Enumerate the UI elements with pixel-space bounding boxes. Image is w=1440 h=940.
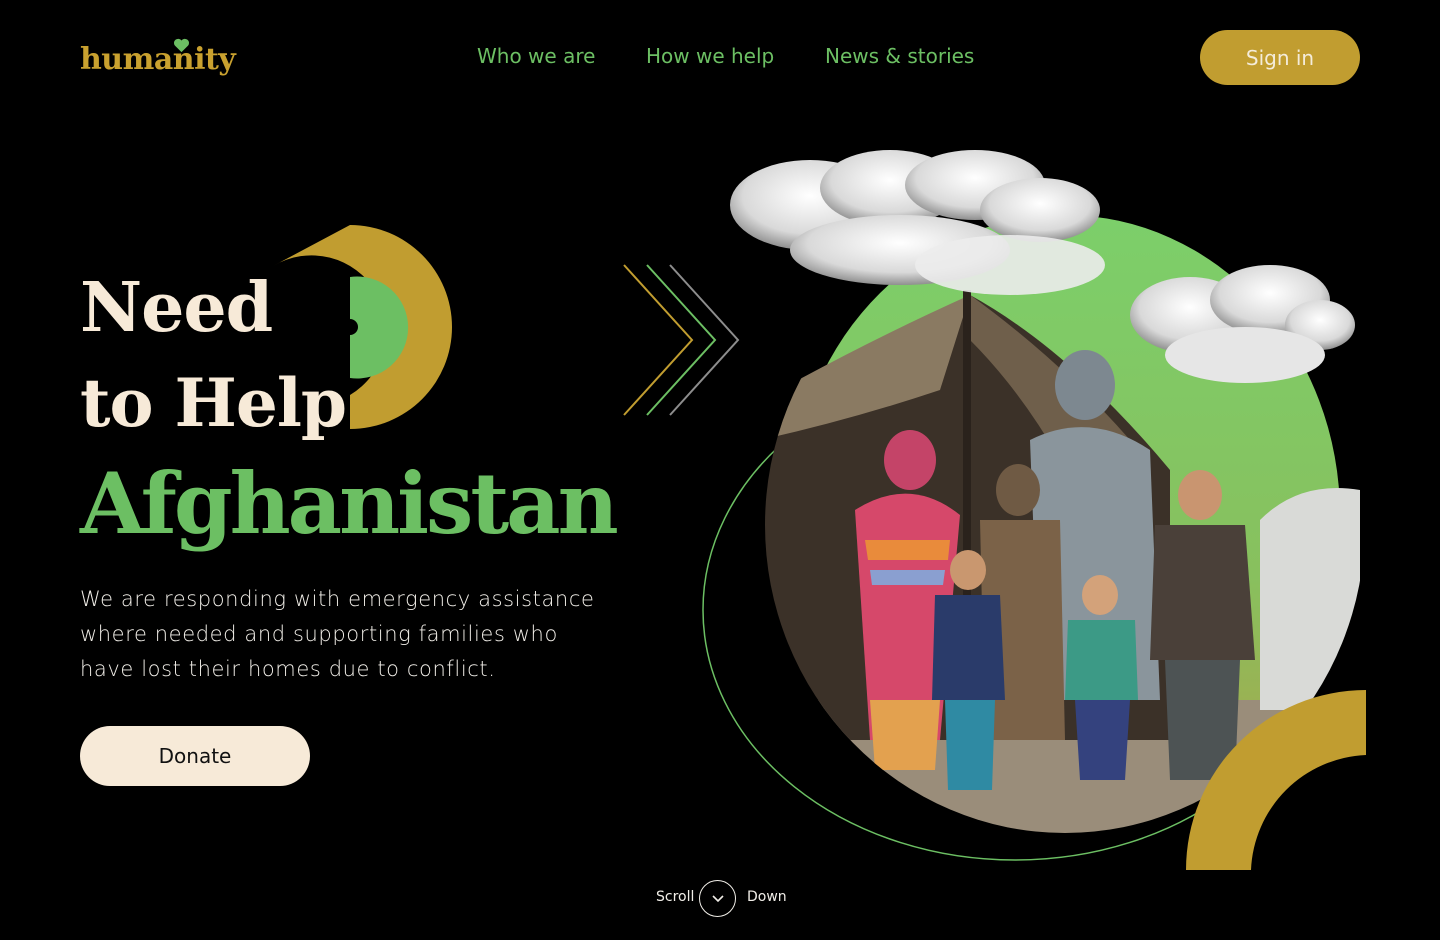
scroll-indicator: Scroll Down bbox=[0, 880, 1440, 918]
down-label: Down bbox=[747, 889, 787, 905]
nav-news-stories[interactable]: News & stories bbox=[825, 44, 974, 68]
hero-image bbox=[702, 150, 1366, 870]
scroll-label: Scroll bbox=[656, 889, 695, 905]
nav-who-we-are[interactable]: Who we are bbox=[477, 44, 595, 68]
hero-description: We are responding with emergency assista… bbox=[80, 587, 595, 681]
sign-in-button[interactable]: Sign in bbox=[1200, 30, 1360, 85]
chevron-down-icon bbox=[711, 895, 724, 903]
headline-line-2: to Help bbox=[80, 364, 347, 442]
donate-button[interactable]: Donate bbox=[80, 726, 310, 786]
cloud-left bbox=[730, 150, 1105, 295]
scroll-down-button[interactable] bbox=[699, 880, 736, 917]
headline-line-1: Need bbox=[80, 268, 273, 348]
headline-country: Afghanistan bbox=[80, 454, 619, 553]
nav-how-we-help[interactable]: How we help bbox=[646, 44, 774, 68]
